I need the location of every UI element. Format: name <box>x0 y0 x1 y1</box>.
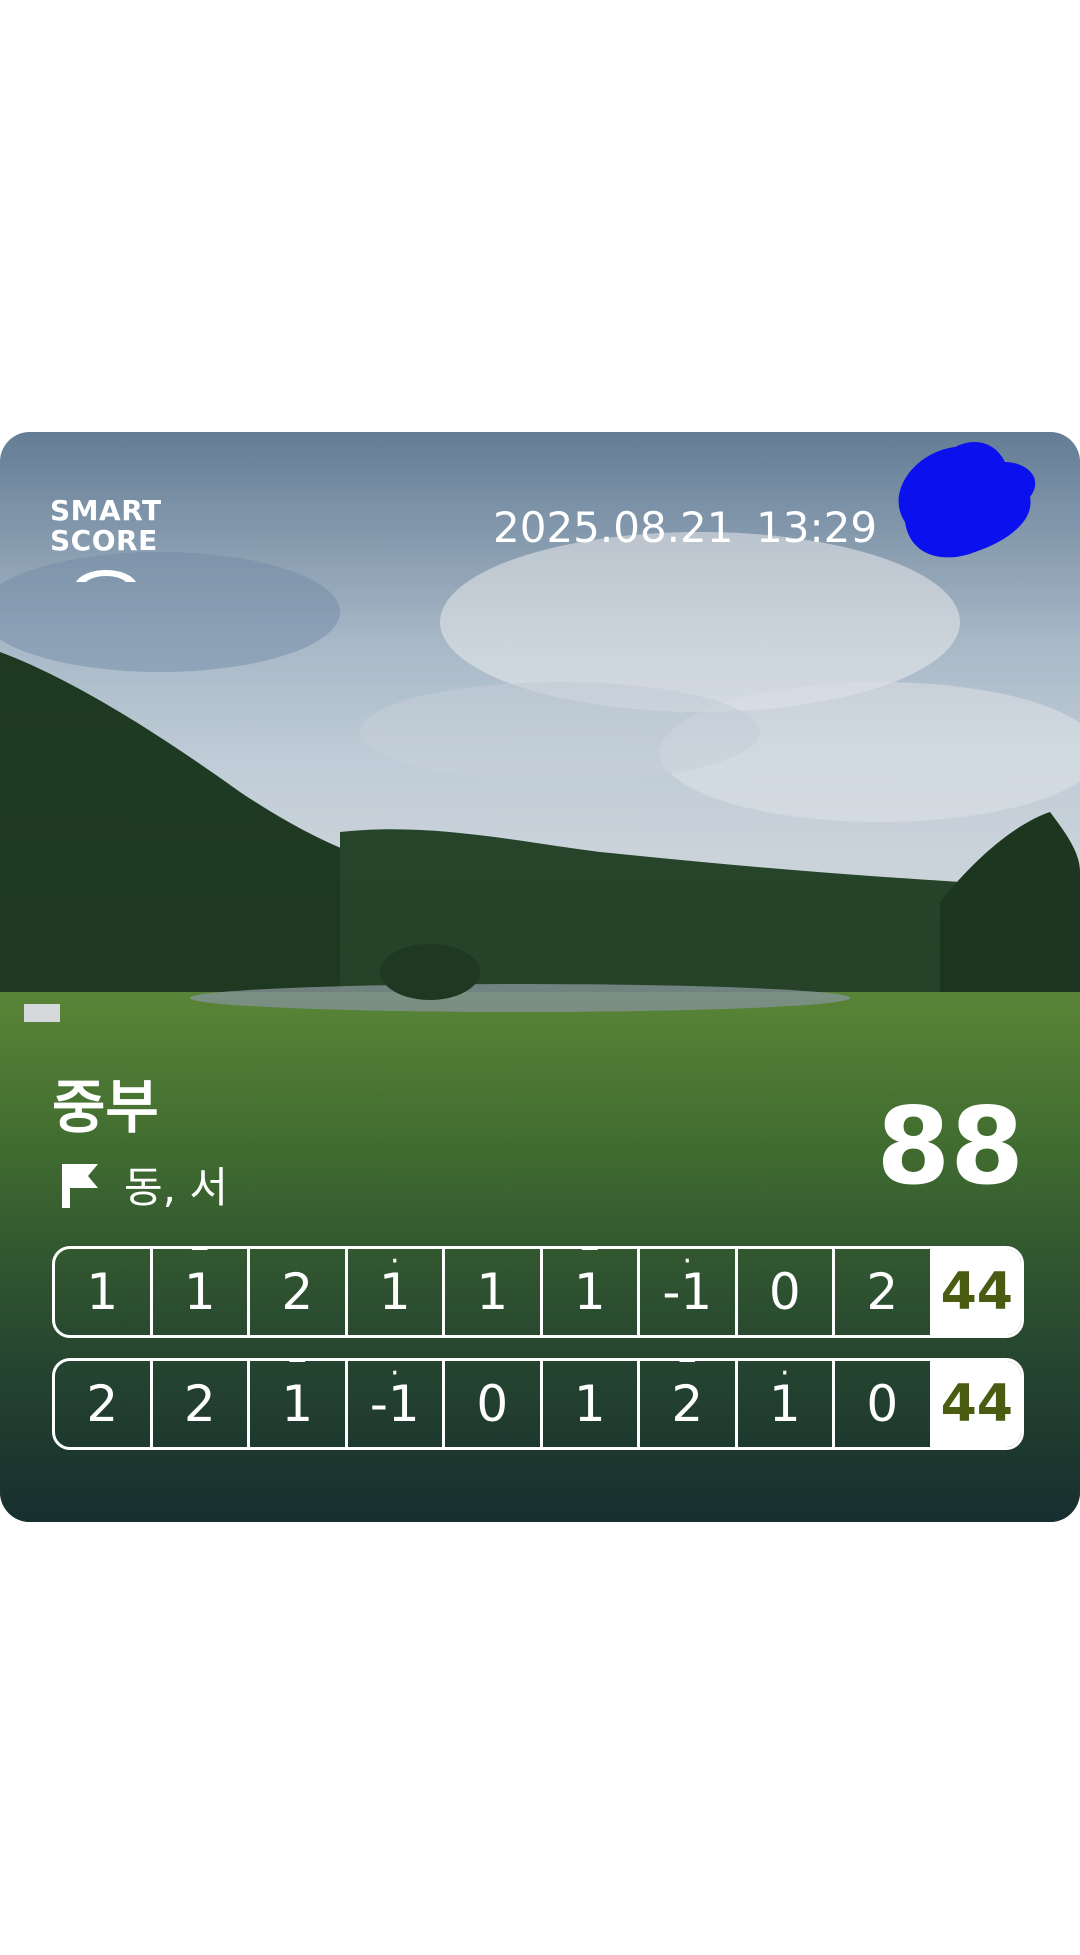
hole-cell: 2 <box>153 1361 250 1447</box>
sub-course-info: 동, 서 <box>58 1154 228 1215</box>
hole-cell: 2 <box>835 1249 933 1335</box>
hole-cell: 0 <box>445 1361 543 1447</box>
hole-score: 2 <box>281 1263 314 1321</box>
hole-score: 1 <box>476 1263 509 1321</box>
hole-score: 0 <box>476 1375 509 1433</box>
back-nine-total: 44 <box>932 1361 1021 1447</box>
smart-score-logo-icon <box>76 570 136 582</box>
hole-cell: · 1 <box>738 1358 835 1447</box>
sub-courses: 동, 서 <box>124 1163 228 1212</box>
scorecard-image: SMART SCORE 2025.08.21 13:29 중부 동, 서 88 … <box>0 432 1080 1522</box>
score-mark: · <box>389 1358 400 1391</box>
hole-cell: 0 <box>738 1249 835 1335</box>
hole-score: 1 <box>573 1375 606 1433</box>
hole-cell: 2 <box>55 1361 153 1447</box>
logo-line2: SCORE <box>50 524 158 557</box>
hole-cell: ‾ 2 <box>640 1361 738 1447</box>
smart-score-logo: SMART SCORE <box>50 496 170 586</box>
hole-cell: 1 <box>543 1361 640 1447</box>
score-mark: ‾ <box>289 1358 305 1391</box>
score-mark: · <box>779 1358 790 1391</box>
hole-score: 2 <box>866 1263 899 1321</box>
hole-cell: ‾ 1 <box>250 1361 348 1447</box>
hole-cell: ‾ 1 <box>543 1246 640 1335</box>
hole-cell: 2 <box>250 1249 348 1335</box>
hole-cell: · 1 <box>348 1246 445 1335</box>
logo-line1: SMART <box>50 494 162 527</box>
score-mark: · <box>682 1246 693 1279</box>
hole-score: 0 <box>768 1263 801 1321</box>
score-mark: ‾ <box>192 1246 208 1279</box>
hole-cell: · -1 <box>348 1358 445 1447</box>
hole-cell: ‾ 1 <box>153 1246 250 1335</box>
course-name: 중부 <box>52 1073 159 1141</box>
front-nine-total: 44 <box>932 1249 1021 1335</box>
hole-score: 2 <box>86 1375 119 1433</box>
hole-score: 1 <box>86 1263 119 1321</box>
total-score: 88 <box>876 1085 1024 1208</box>
front-nine-row: 1 ‾ 1 2 · 1 1 ‾ 1 · -1 0 2 44 <box>52 1246 1024 1338</box>
score-mark: · <box>389 1246 400 1279</box>
score-mark: ‾ <box>582 1246 598 1279</box>
back-nine-row: 2 2 ‾ 1 · -1 0 1 ‾ 2 · 1 0 44 <box>52 1358 1024 1450</box>
round-date: 2025.08.21 <box>493 503 734 552</box>
score-mark: ‾ <box>679 1358 695 1391</box>
flag-icon <box>62 1163 98 1208</box>
round-time: 13:29 <box>756 503 878 552</box>
hole-cell: 1 <box>55 1249 153 1335</box>
redaction-scribble <box>898 442 1036 558</box>
hole-cell: 0 <box>835 1361 933 1447</box>
hole-cell: · -1 <box>640 1249 738 1335</box>
hole-cell: 1 <box>445 1249 543 1335</box>
hole-score: 2 <box>183 1375 216 1433</box>
hole-score: 0 <box>866 1375 899 1433</box>
